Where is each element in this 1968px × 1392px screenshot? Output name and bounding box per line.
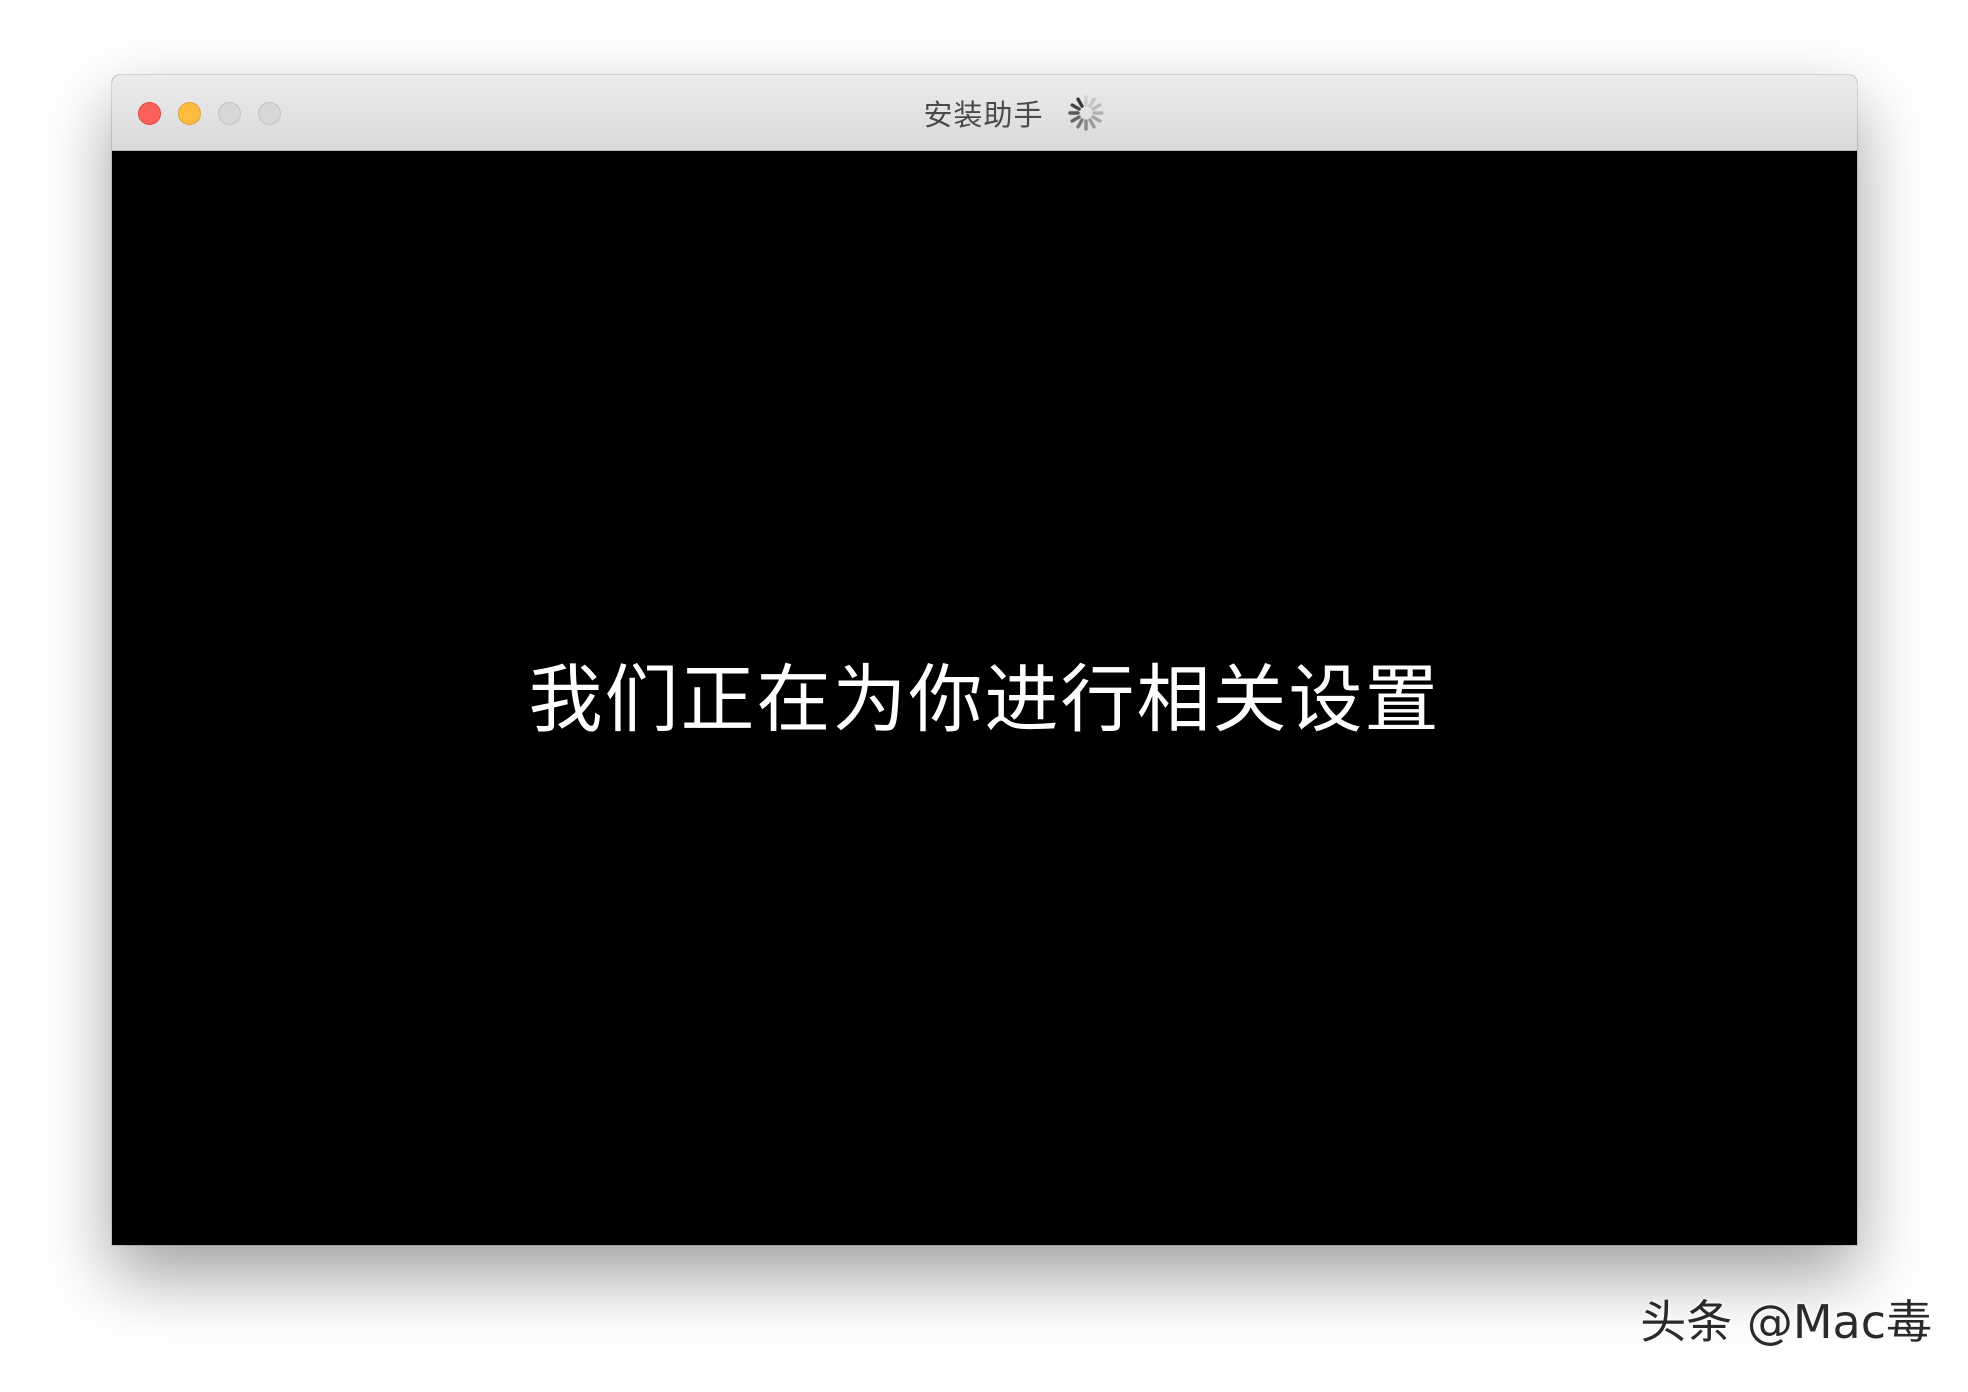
title-bar[interactable]: 安装助手	[112, 75, 1857, 151]
installer-window: 安装助手 我们正在为你进行相关设置	[112, 75, 1857, 1245]
loading-spinner-icon	[1067, 95, 1104, 131]
title-area: 安装助手	[112, 75, 1857, 151]
watermark: 头条 @Mac毒	[1640, 1295, 1932, 1349]
content-area: 我们正在为你进行相关设置	[112, 151, 1857, 1245]
window-title: 安装助手	[923, 98, 1044, 132]
setup-message: 我们正在为你进行相关设置	[528, 656, 1441, 743]
